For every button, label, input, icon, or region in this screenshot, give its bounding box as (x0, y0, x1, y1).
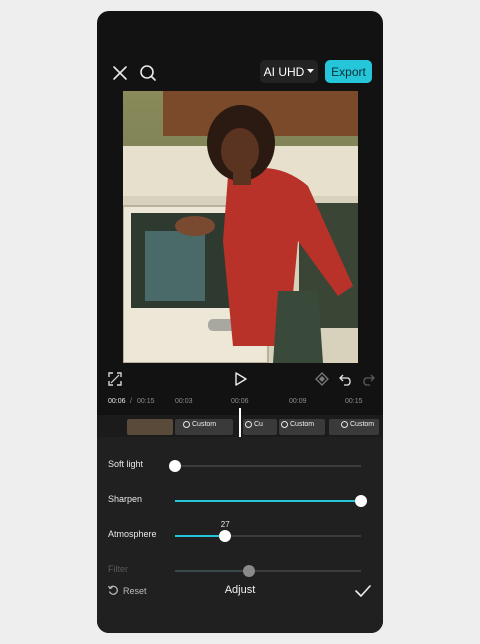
slider-track[interactable] (169, 460, 361, 472)
check-icon (245, 421, 252, 428)
video-preview[interactable] (123, 91, 358, 363)
time-mark: 00:09 (289, 398, 307, 405)
slider-knob[interactable] (219, 530, 232, 542)
bottom-bar: Reset Adjust (97, 580, 383, 608)
undo-icon[interactable] (339, 372, 353, 386)
checkmark-icon[interactable] (355, 583, 371, 599)
slider-track[interactable]: 27 (175, 520, 361, 542)
slider-fill (175, 535, 226, 537)
play-icon[interactable] (234, 372, 248, 386)
slider-knob[interactable] (355, 495, 367, 507)
panel-title: Adjust (224, 584, 256, 596)
slider-value: 27 (220, 520, 230, 529)
slider-track[interactable] (175, 495, 367, 507)
check-icon (341, 421, 348, 428)
slider-knob[interactable] (169, 460, 181, 472)
check-icon (281, 421, 288, 428)
top-bar: AI UHD Export (97, 59, 383, 87)
export-button[interactable]: Export (325, 60, 372, 83)
check-icon (183, 421, 190, 428)
editor-window: AI UHD Export 00:06 / 00:15 00:03 00:06 … (97, 11, 383, 633)
clip-tag: Cu (245, 421, 263, 428)
total-time: 00:15 (137, 398, 155, 405)
clip-thumbnail[interactable] (127, 419, 173, 435)
clip-tag: Custom (341, 421, 374, 428)
slider-label: Sharpen (108, 494, 143, 504)
slider-label: Filter (108, 564, 128, 574)
clip-tag: Custom (183, 421, 216, 428)
slider-knob[interactable] (243, 565, 256, 577)
close-icon[interactable] (110, 63, 130, 83)
slider-soft-light: Soft light (97, 454, 383, 478)
current-time: 00:06 (108, 398, 126, 405)
slider-fill (175, 570, 250, 572)
slider-label: Atmosphere (108, 529, 157, 539)
fullscreen-icon[interactable] (108, 372, 122, 386)
keyframe-icon[interactable] (315, 372, 329, 386)
quality-label: AI UHD (263, 64, 305, 79)
quality-dropdown[interactable]: AI UHD (260, 60, 318, 83)
playhead[interactable] (239, 408, 241, 439)
divider-slash: / (130, 398, 132, 405)
slider-atmosphere: Atmosphere 27 (97, 520, 383, 548)
redo-icon[interactable] (361, 372, 375, 386)
slider-sharpen: Sharpen (97, 489, 383, 513)
clip-tag: Custom (281, 421, 314, 428)
playback-controls (97, 368, 383, 390)
slider-fill (175, 500, 361, 502)
chevron-down-icon (307, 69, 315, 73)
slider-track[interactable] (175, 565, 361, 577)
time-mark: 00:03 (175, 398, 193, 405)
search-icon[interactable] (138, 63, 158, 83)
time-mark: 00:06 (231, 398, 249, 405)
video-frame-image (123, 91, 358, 363)
time-mark: 00:15 (345, 398, 363, 405)
slider-label: Soft light (108, 459, 144, 469)
